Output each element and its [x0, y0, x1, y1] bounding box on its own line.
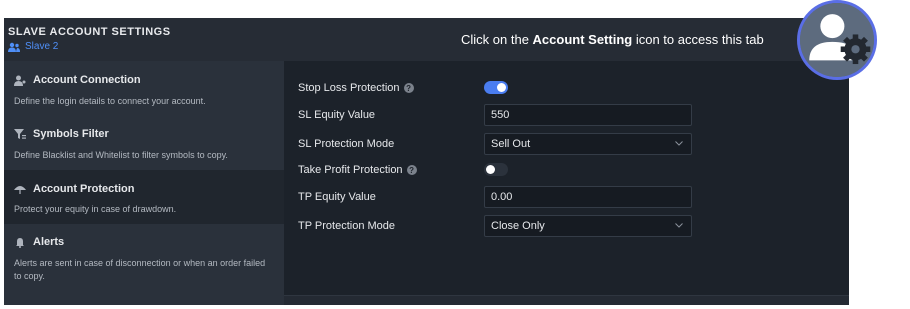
stop-loss-protection-toggle[interactable] [484, 81, 508, 94]
account-name: Slave 2 [25, 41, 59, 52]
sl-protection-mode-select[interactable]: Sell Out [484, 133, 692, 155]
tp-protection-mode-label: TP Protection Mode [298, 220, 396, 232]
help-icon[interactable]: ? [406, 165, 417, 175]
take-profit-protection-label: Take Profit Protection ? [298, 164, 417, 176]
user-gear-icon [800, 3, 874, 77]
bell-icon [16, 237, 24, 248]
stop-loss-protection-label: Stop Loss Protection ? [298, 82, 414, 94]
sl-equity-value-label: SL Equity Value [298, 109, 376, 121]
sidebar-item-account-protection[interactable]: Account Protection Protect your equity i… [4, 170, 284, 224]
sidebar-item-description: Alerts are sent in case of disconnection… [14, 258, 266, 281]
sidebar-item-label: Account Connection [33, 74, 141, 86]
tp-protection-mode-select[interactable]: Close Only [484, 215, 692, 237]
sidebar-item-description: Protect your equity in case of drawdown. [14, 204, 177, 214]
select-value: Sell Out [491, 138, 531, 150]
sidebar-item-description: Define the login details to connect your… [14, 96, 206, 106]
account-setting-icon[interactable] [797, 0, 877, 80]
select-value: Close Only [491, 220, 545, 232]
sidebar-item-alerts[interactable]: Alerts Alerts are sent in case of discon… [4, 224, 284, 299]
help-icon[interactable]: ? [403, 83, 414, 93]
sl-equity-value-input[interactable]: 550 [484, 104, 692, 126]
take-profit-protection-toggle[interactable] [484, 163, 508, 176]
sidebar-item-label: Symbols Filter [33, 128, 109, 140]
panel-title: SLAVE ACCOUNT SETTINGS [8, 26, 171, 38]
umbrella-icon [14, 185, 26, 194]
sidebar-item-label: Alerts [33, 236, 65, 248]
settings-panel: SLAVE ACCOUNT SETTINGS Slave 2 Click on … [4, 18, 849, 305]
sl-protection-mode-label: SL Protection Mode [298, 138, 395, 150]
settings-sidebar: Account Connection Define the login deta… [4, 61, 284, 305]
account-selector[interactable]: Slave 2 [8, 41, 58, 52]
tp-equity-value-label: TP Equity Value [298, 191, 376, 203]
protection-settings-form: Stop Loss Protection ? SL Equity Value 5… [284, 61, 849, 295]
instruction-caption: Click on the Account Setting icon to acc… [461, 32, 764, 47]
chevron-down-icon [675, 141, 683, 146]
tp-equity-value-input[interactable]: 0.00 [484, 186, 692, 208]
sidebar-item-account-connection[interactable]: Account Connection Define the login deta… [4, 61, 284, 115]
sidebar-item-symbols-filter[interactable]: Symbols Filter Define Blacklist and Whit… [4, 115, 284, 170]
filter-icon [14, 128, 26, 139]
panel-header: SLAVE ACCOUNT SETTINGS Slave 2 Click on … [4, 18, 849, 61]
sidebar-item-label: Account Protection [33, 183, 135, 195]
users-icon [8, 42, 20, 52]
user-key-icon [14, 75, 26, 86]
sidebar-item-description: Define Blacklist and Whitelist to filter… [14, 150, 228, 160]
form-footer [284, 295, 849, 305]
chevron-down-icon [675, 223, 683, 228]
